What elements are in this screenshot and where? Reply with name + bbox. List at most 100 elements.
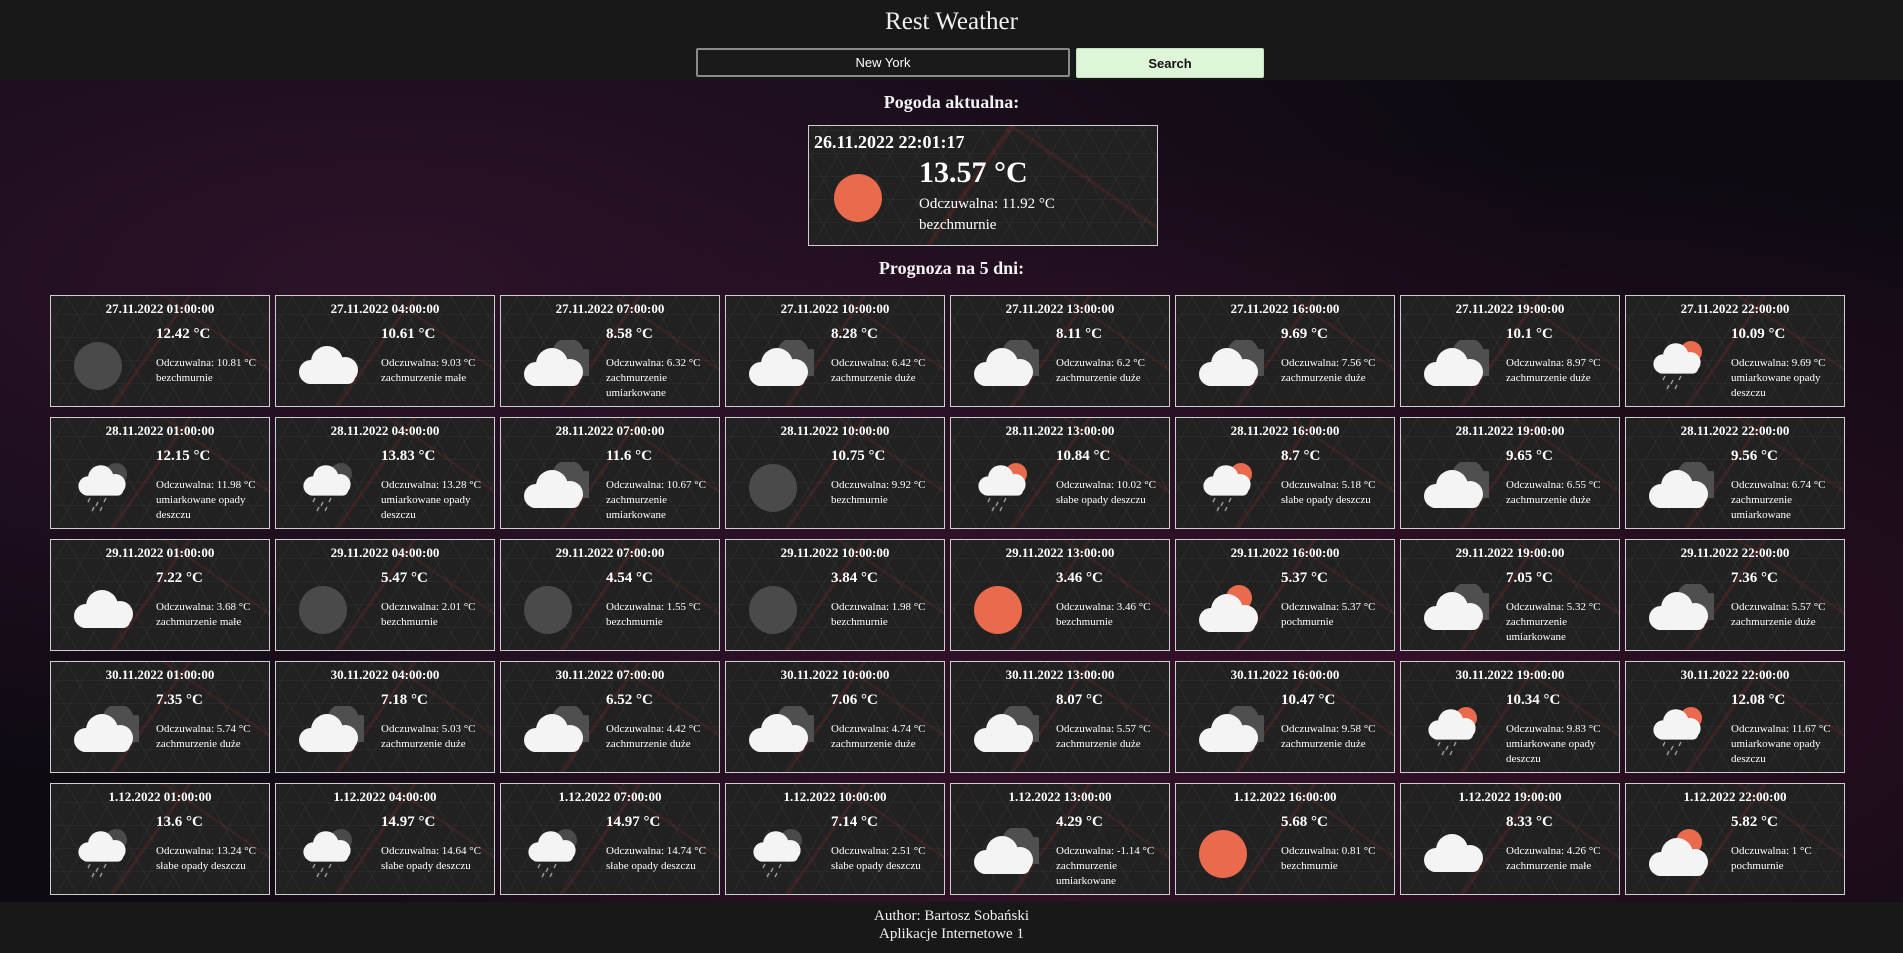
forecast-description: zachmurzenie małe — [156, 616, 242, 628]
forecast-description: słabe opady deszczu — [606, 860, 696, 872]
forecast-feels-like: Odczuwalna: 10.81 °C — [156, 357, 257, 369]
forecast-card: 27.11.2022 07:00:00 8.58 °C Odczuwalna: … — [500, 295, 720, 407]
sun-cloud-icon — [1644, 828, 1714, 880]
forecast-description: zachmurzenie umiarkowane — [1731, 494, 1793, 521]
forecast-card: 28.11.2022 07:00:00 11.6 °C Odczuwalna: … — [500, 417, 720, 529]
forecast-feels-like: Odczuwalna: 5.57 °C — [1056, 723, 1151, 735]
forecast-date: 27.11.2022 07:00:00 — [555, 301, 665, 316]
forecast-card: 29.11.2022 01:00:00 7.22 °C Odczuwalna: … — [50, 539, 270, 651]
forecast-temperature: 13.6 °C — [156, 814, 203, 830]
forecast-card: 1.12.2022 22:00:00 5.82 °C Odczuwalna: 1… — [1625, 783, 1845, 895]
forecast-description: słabe opady deszczu — [831, 860, 921, 872]
night-rain-icon — [294, 828, 364, 880]
forecast-date: 27.11.2022 01:00:00 — [105, 301, 215, 316]
forecast-date: 1.12.2022 16:00:00 — [1233, 789, 1337, 804]
forecast-feels-like: Odczuwalna: 4.74 °C — [831, 723, 926, 735]
forecast-card: 1.12.2022 04:00:00 14.97 °C Odczuwalna: … — [275, 783, 495, 895]
cloudy-icon — [1194, 704, 1274, 758]
forecast-description: słabe opady deszczu — [156, 860, 246, 872]
forecast-card: 1.12.2022 16:00:00 5.68 °C Odczuwalna: 0… — [1175, 783, 1395, 895]
forecast-feels-like: Odczuwalna: 4.26 °C — [1506, 845, 1601, 857]
forecast-card: 28.11.2022 22:00:00 9.56 °C Odczuwalna: … — [1625, 417, 1845, 529]
forecast-temperature: 10.61 °C — [381, 326, 436, 342]
forecast-description: bezchmurnie — [831, 616, 888, 628]
forecast-card: 30.11.2022 13:00:00 8.07 °C Odczuwalna: … — [950, 661, 1170, 773]
cloudy-icon — [969, 704, 1049, 758]
forecast-date: 29.11.2022 16:00:00 — [1230, 545, 1340, 560]
forecast-date: 28.11.2022 01:00:00 — [105, 423, 215, 438]
forecast-temperature: 4.29 °C — [1056, 814, 1103, 830]
forecast-date: 29.11.2022 04:00:00 — [330, 545, 440, 560]
night-rain-icon — [519, 828, 589, 880]
forecast-description: bezchmurnie — [156, 372, 213, 384]
cloudy-icon — [1644, 460, 1724, 514]
forecast-temperature: 8.33 °C — [1506, 814, 1553, 830]
forecast-feels-like: Odczuwalna: 1 °C — [1731, 845, 1812, 857]
forecast-card: 30.11.2022 19:00:00 10.34 °C Odczuwalna:… — [1400, 661, 1620, 773]
forecast-card: 1.12.2022 13:00:00 4.29 °C Odczuwalna: -… — [950, 783, 1170, 895]
forecast-feels-like: Odczuwalna: 11.98 °C — [156, 479, 256, 491]
forecast-feels-like: Odczuwalna: 3.46 °C — [1056, 601, 1151, 613]
forecast-temperature: 6.52 °C — [606, 692, 653, 708]
city-search-input[interactable] — [696, 48, 1070, 77]
forecast-date: 1.12.2022 10:00:00 — [783, 789, 887, 804]
forecast-temperature: 5.37 °C — [1281, 570, 1328, 586]
forecast-temperature: 12.15 °C — [156, 448, 211, 464]
forecast-date: 28.11.2022 04:00:00 — [330, 423, 440, 438]
forecast-date: 1.12.2022 04:00:00 — [333, 789, 437, 804]
forecast-date: 27.11.2022 10:00:00 — [780, 301, 890, 316]
forecast-feels-like: Odczuwalna: 9.58 °C — [1281, 723, 1376, 735]
night-rain-icon — [744, 828, 814, 880]
forecast-temperature: 7.36 °C — [1731, 570, 1778, 586]
forecast-date: 27.11.2022 19:00:00 — [1455, 301, 1565, 316]
cloudy-icon — [1419, 582, 1499, 636]
forecast-card: 29.11.2022 22:00:00 7.36 °C Odczuwalna: … — [1625, 539, 1845, 651]
forecast-description: zachmurzenie duże — [1506, 494, 1591, 506]
forecast-card: 27.11.2022 16:00:00 9.69 °C Odczuwalna: … — [1175, 295, 1395, 407]
forecast-card: 30.11.2022 10:00:00 7.06 °C Odczuwalna: … — [725, 661, 945, 773]
forecast-description: bezchmurnie — [381, 616, 438, 628]
cloudy-icon — [1644, 582, 1724, 636]
forecast-date: 28.11.2022 13:00:00 — [1005, 423, 1115, 438]
forecast-temperature: 10.1 °C — [1506, 326, 1553, 342]
forecast-description: pochmurnie — [1281, 616, 1334, 628]
forecast-temperature: 8.28 °C — [831, 326, 878, 342]
forecast-feels-like: Odczuwalna: 13.28 °C — [381, 479, 482, 491]
current-weather-heading: Pogoda aktualna: — [883, 92, 1020, 112]
forecast-temperature: 7.35 °C — [156, 692, 203, 708]
forecast-description: bezchmurnie — [606, 616, 663, 628]
current-description: bezchmurnie — [919, 217, 997, 233]
sun-rain-icon — [1194, 462, 1264, 514]
sun-icon — [969, 584, 1039, 636]
forecast-card: 1.12.2022 01:00:00 13.6 °C Odczuwalna: 1… — [50, 783, 270, 895]
forecast-feels-like: Odczuwalna: 9.03 °C — [381, 357, 476, 369]
forecast-temperature: 9.56 °C — [1731, 448, 1778, 464]
forecast-temperature: 13.83 °C — [381, 448, 436, 464]
forecast-feels-like: Odczuwalna: 9.69 °C — [1731, 357, 1826, 369]
forecast-temperature: 10.47 °C — [1281, 692, 1336, 708]
forecast-feels-like: Odczuwalna: 4.42 °C — [606, 723, 701, 735]
forecast-card: 27.11.2022 04:00:00 10.61 °C Odczuwalna:… — [275, 295, 495, 407]
night-rain-icon — [69, 462, 139, 514]
forecast-card: 1.12.2022 07:00:00 14.97 °C Odczuwalna: … — [500, 783, 720, 895]
current-datetime: 26.11.2022 22:01:17 — [814, 132, 965, 152]
forecast-date: 29.11.2022 01:00:00 — [105, 545, 215, 560]
forecast-date: 1.12.2022 07:00:00 — [558, 789, 662, 804]
cloudy-icon — [744, 704, 824, 758]
forecast-description: zachmurzenie duże — [606, 738, 691, 750]
forecast-date: 29.11.2022 13:00:00 — [1005, 545, 1115, 560]
forecast-date: 30.11.2022 10:00:00 — [780, 667, 890, 682]
forecast-feels-like: Odczuwalna: 13.24 °C — [156, 845, 257, 857]
forecast-temperature: 7.14 °C — [831, 814, 878, 830]
forecast-date: 27.11.2022 16:00:00 — [1230, 301, 1340, 316]
night-rain-icon — [69, 828, 139, 880]
search-button[interactable]: Search — [1076, 48, 1264, 78]
sun-rain-icon — [1644, 340, 1714, 392]
cloudy-icon — [69, 704, 149, 758]
night-rain-icon — [294, 462, 364, 514]
forecast-date: 27.11.2022 13:00:00 — [1005, 301, 1115, 316]
current-feels-like: Odczuwalna: 11.92 °C — [919, 196, 1055, 212]
forecast-description: zachmurzenie małe — [381, 372, 467, 384]
app-title: Rest Weather — [885, 8, 1018, 35]
forecast-card: 29.11.2022 19:00:00 7.05 °C Odczuwalna: … — [1400, 539, 1620, 651]
